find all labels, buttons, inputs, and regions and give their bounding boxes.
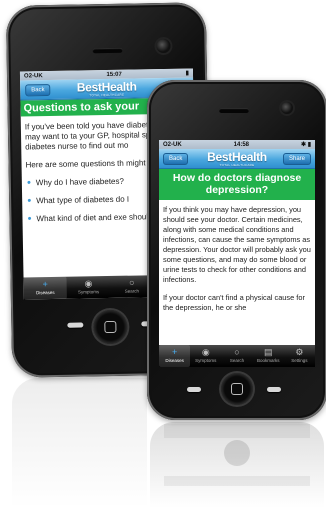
camera-icon: [156, 38, 171, 54]
side-key-right: [267, 387, 281, 392]
tab-label: Symptoms: [77, 289, 100, 295]
tab-settings[interactable]: ⚙ Settings: [284, 345, 315, 367]
nav-bar: Back BestHealth TOTAL HEALTHCARE Share: [159, 149, 315, 169]
home-button[interactable]: [93, 309, 128, 345]
front-phone: O2-UK 14:58 ✱ ▮ Back BestHealth TOTAL HE…: [147, 80, 326, 420]
tab-diseases[interactable]: + Diseases: [23, 276, 68, 300]
side-key-left: [187, 387, 201, 392]
back-phone-reflection: [12, 378, 147, 508]
article-body: If you think you may have depression, yo…: [159, 200, 315, 313]
tab-bookmarks[interactable]: ▤ Bookmarks: [253, 345, 284, 367]
plus-icon: +: [171, 347, 178, 357]
tab-search[interactable]: ○ Search: [221, 345, 252, 367]
camera-icon: [281, 102, 293, 114]
paragraph: If your doctor can't find a physical cau…: [163, 293, 305, 312]
earpiece-speaker: [92, 47, 123, 54]
home-button[interactable]: [221, 373, 253, 405]
tab-diseases[interactable]: + Diseases: [159, 345, 191, 367]
tab-label: Settings: [291, 358, 308, 363]
carrier-label: O2-UK: [163, 141, 182, 148]
clock-label: 14:58: [233, 141, 250, 148]
tab-label: Bookmarks: [256, 358, 280, 363]
front-phone-screen: O2-UK 14:58 ✱ ▮ Back BestHealth TOTAL HE…: [159, 140, 315, 367]
search-icon: ○: [234, 347, 240, 357]
status-bar: O2-UK 14:58 ✱ ▮: [159, 140, 315, 149]
eye-icon: ◉: [201, 347, 210, 357]
tab-label: Search: [124, 288, 140, 294]
plus-icon: +: [42, 279, 48, 290]
tab-label: Symptoms: [195, 358, 217, 363]
book-icon: ▤: [263, 347, 273, 357]
tab-label: Search: [229, 358, 245, 363]
carrier-label: O2-UK: [23, 72, 43, 79]
clock-label: 15:07: [106, 71, 122, 78]
tab-label: Diseases: [165, 358, 184, 363]
battery-icon: ✱ ▮: [301, 142, 311, 148]
page-title: How do doctors diagnose depression?: [159, 169, 315, 200]
tab-symptoms[interactable]: ◉ Symptoms: [190, 345, 221, 367]
earpiece-speaker: [219, 108, 249, 113]
logo-text: BestHealth: [207, 150, 267, 164]
gear-icon: ⚙: [295, 347, 304, 357]
side-key-left: [67, 322, 84, 328]
front-phone-reflection: [150, 422, 324, 508]
tab-bar: + Diseases ◉ Symptoms ○ Search ▤ Bookmar…: [159, 345, 315, 367]
eye-icon: ◉: [84, 278, 93, 289]
tab-label: Diseases: [36, 289, 55, 296]
tab-symptoms[interactable]: ◉ Symptoms: [67, 276, 111, 299]
share-button[interactable]: Share: [282, 153, 311, 165]
paragraph: If you think you may have depression, yo…: [163, 205, 311, 284]
battery-icon: ▮: [185, 70, 190, 77]
